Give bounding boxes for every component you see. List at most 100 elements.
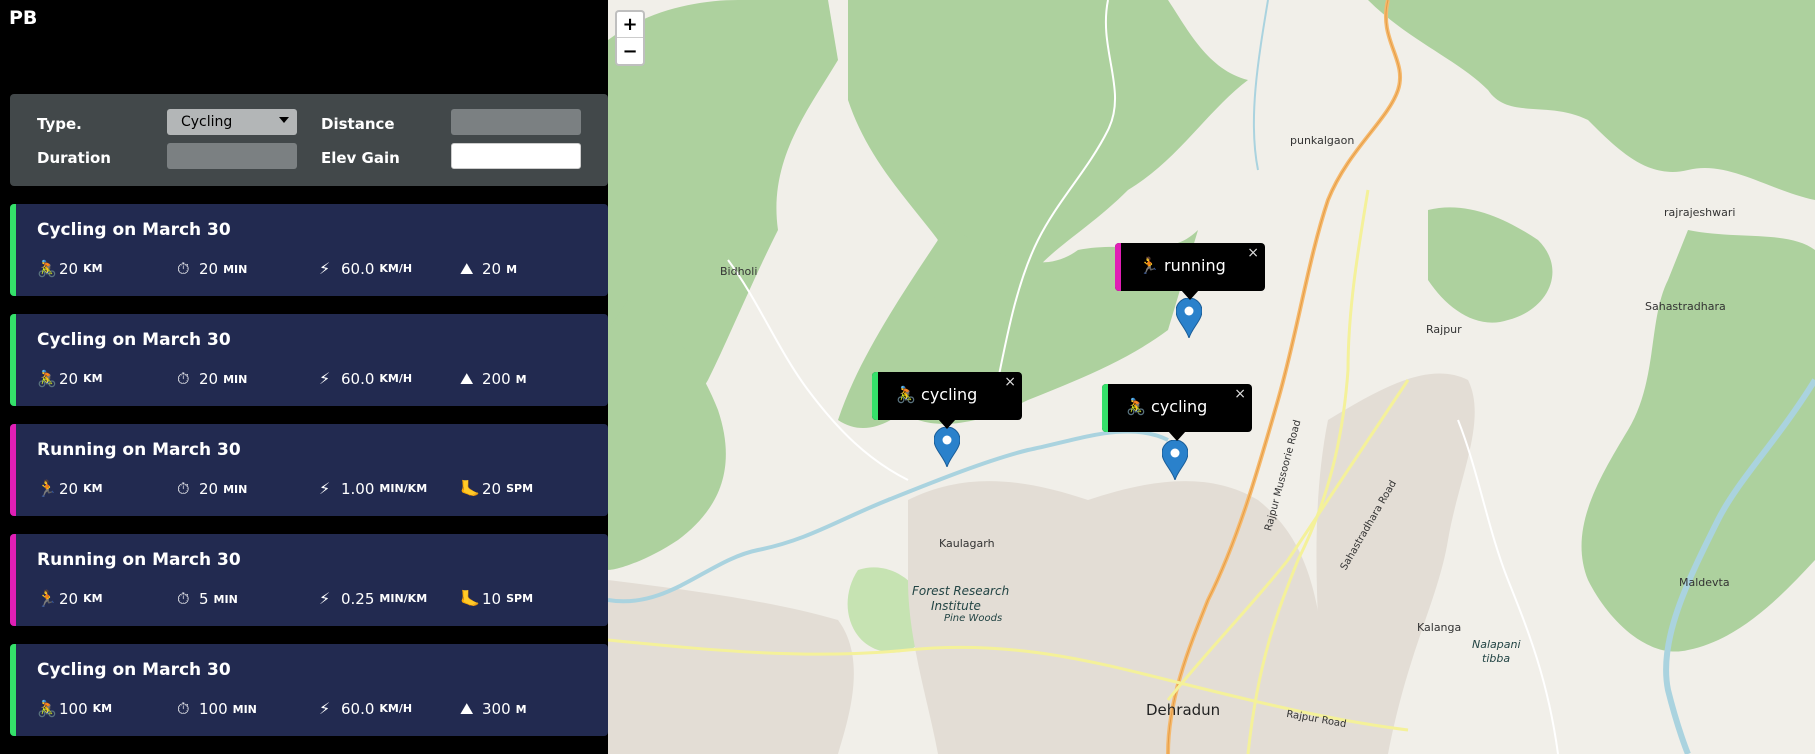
distance-input[interactable] (451, 109, 581, 135)
elevation-stat: ⛰ 200 M (460, 369, 527, 388)
foot-icon: 🦶 (460, 479, 480, 498)
map-label-maldevta: Maldevta (1679, 576, 1730, 589)
close-icon[interactable]: × (1247, 245, 1259, 261)
workout-form: Type. Cycling Distance Duration Elev Gai… (10, 94, 608, 186)
cycling-icon: 🚴 (896, 385, 916, 404)
popup-text: running (1164, 256, 1226, 275)
cycling-icon: 🚴 (37, 259, 57, 278)
popup-color-bar (872, 372, 878, 420)
map-popup-cycling-2[interactable]: 🚴 cycling × (1102, 384, 1252, 441)
cycling-icon: 🚴 (37, 369, 57, 388)
speed-stat: ⚡ 60.0 KM/H (319, 369, 413, 388)
mountain-icon: ⛰ (460, 699, 474, 718)
map-label-rajrajeshwari: rajrajeshwari (1664, 206, 1736, 219)
map-marker-cycling-2[interactable] (1162, 440, 1188, 480)
speed-stat: ⚡ 1.00 MIN/KM (319, 479, 428, 498)
workout-title: Running on March 30 (37, 440, 241, 460)
map-label-pine-woods: Pine Woods (944, 613, 1003, 624)
type-label: Type. (37, 115, 82, 133)
foot-icon: 🦶 (460, 589, 480, 608)
map-popup-running[interactable]: 🏃 running × (1115, 243, 1265, 300)
sidebar: PB Type. Cycling Distance Duration Elev … (0, 0, 608, 754)
cadence-stat: 🦶 20 SPM (460, 479, 534, 498)
cadence-stat: 🦶 10 SPM (460, 589, 534, 608)
map-marker-cycling-1[interactable] (934, 427, 960, 467)
distance-stat: 🚴 20 KM (37, 259, 103, 278)
map-label-bidholi: Bidholi (720, 265, 758, 278)
type-select[interactable]: Cycling (167, 109, 297, 135)
workout-color-bar (10, 204, 16, 296)
mountain-icon: ⛰ (460, 369, 474, 388)
popup-text: cycling (1151, 397, 1208, 416)
workout-color-bar (10, 314, 16, 406)
map-label-nalapani: Nalapani (1472, 638, 1521, 651)
distance-stat: 🚴 20 KM (37, 369, 103, 388)
workout-color-bar (10, 424, 16, 516)
workout-title: Running on March 30 (37, 550, 241, 570)
map-label-kaulagarh: Kaulagarh (939, 537, 995, 550)
elevation-stat: ⛰ 300 M (460, 699, 527, 718)
elevation-stat: ⛰ 20 M (460, 259, 518, 278)
speed-stat: ⚡ 60.0 KM/H (319, 259, 413, 278)
map-label-dehradun: Dehradun (1146, 701, 1221, 719)
map-label-institute: Institute (931, 599, 981, 613)
map-label-kalanga: Kalanga (1417, 621, 1462, 634)
distance-stat: 🚴 100 KM (37, 699, 113, 718)
duration-label: Duration (37, 149, 111, 167)
running-icon: 🏃 (37, 479, 57, 498)
speed-stat: ⚡ 0.25 MIN/KM (319, 589, 428, 608)
distance-label: Distance (321, 115, 395, 133)
workout-card-running[interactable]: Running on March 30 🏃 20 KM ⏱ 20 MIN ⚡ 1.00 MIN/K… (10, 424, 608, 516)
workout-card-cycling[interactable]: Cycling on March 30 🚴 100 KM ⏱ 100 MIN ⚡ 60.0 KM/… (10, 644, 608, 736)
workout-card-running[interactable]: Running on March 30 🏃 20 KM ⏱ 5 MIN ⚡ 0.25 MIN/KM… (10, 534, 608, 626)
map-label-tibba: tibba (1482, 652, 1511, 665)
zoom-out-button[interactable]: − (617, 39, 643, 65)
map[interactable]: + − punkalgaon rajrajeshwari Bidholi Sah… (608, 0, 1815, 754)
cycling-icon: 🚴 (37, 699, 57, 718)
distance-stat: 🏃 20 KM (37, 479, 103, 498)
map-tiles[interactable] (608, 0, 1815, 754)
workout-title: Cycling on March 30 (37, 660, 231, 680)
lightning-icon: ⚡ (319, 589, 331, 608)
popup-text: cycling (921, 385, 978, 404)
map-label-sahastradhara: Sahastradhara (1645, 300, 1726, 313)
duration-stat: ⏱ 20 MIN (177, 479, 248, 498)
distance-stat: 🏃 20 KM (37, 589, 103, 608)
map-marker-running[interactable] (1176, 298, 1202, 338)
map-label-punkalgaon: punkalgaon (1290, 134, 1355, 147)
duration-input[interactable] (167, 143, 297, 169)
duration-stat: ⏱ 5 MIN (177, 589, 238, 608)
workout-card-cycling[interactable]: Cycling on March 30 🚴 20 KM ⏱ 20 MIN ⚡ 60.0 KM/H ⛰… (10, 204, 608, 296)
workout-card-cycling[interactable]: Cycling on March 30 🚴 20 KM ⏱ 20 MIN ⚡ 60.0 KM/H ⛰… (10, 314, 608, 406)
elev-gain-input[interactable] (451, 143, 581, 169)
popup-color-bar (1115, 243, 1121, 291)
popup-color-bar (1102, 384, 1108, 432)
workout-color-bar (10, 644, 16, 736)
elev-gain-label: Elev Gain (321, 149, 400, 167)
lightning-icon: ⚡ (319, 699, 331, 718)
running-icon: 🏃 (37, 589, 57, 608)
chevron-down-icon (279, 117, 289, 123)
workout-title: Cycling on March 30 (37, 330, 231, 350)
timer-icon: ⏱ (177, 589, 190, 608)
duration-stat: ⏱ 20 MIN (177, 259, 248, 278)
duration-stat: ⏱ 100 MIN (177, 699, 257, 718)
zoom-control: + − (615, 10, 645, 66)
timer-icon: ⏱ (177, 699, 190, 718)
lightning-icon: ⚡ (319, 259, 331, 278)
running-icon: 🏃 (1139, 256, 1159, 275)
mountain-icon: ⛰ (460, 259, 474, 278)
timer-icon: ⏱ (177, 479, 190, 498)
lightning-icon: ⚡ (319, 369, 331, 388)
map-label-forest-research: Forest Research (912, 584, 1010, 598)
duration-stat: ⏱ 20 MIN (177, 369, 248, 388)
workout-title: Cycling on March 30 (37, 220, 231, 240)
close-icon[interactable]: × (1004, 374, 1016, 390)
map-popup-cycling-1[interactable]: 🚴 cycling × (872, 372, 1022, 429)
workout-color-bar (10, 534, 16, 626)
type-select-value: Cycling (181, 114, 233, 130)
zoom-in-button[interactable]: + (617, 12, 643, 38)
close-icon[interactable]: × (1234, 386, 1246, 402)
speed-stat: ⚡ 60.0 KM/H (319, 699, 413, 718)
app-logo: PB (9, 7, 38, 29)
